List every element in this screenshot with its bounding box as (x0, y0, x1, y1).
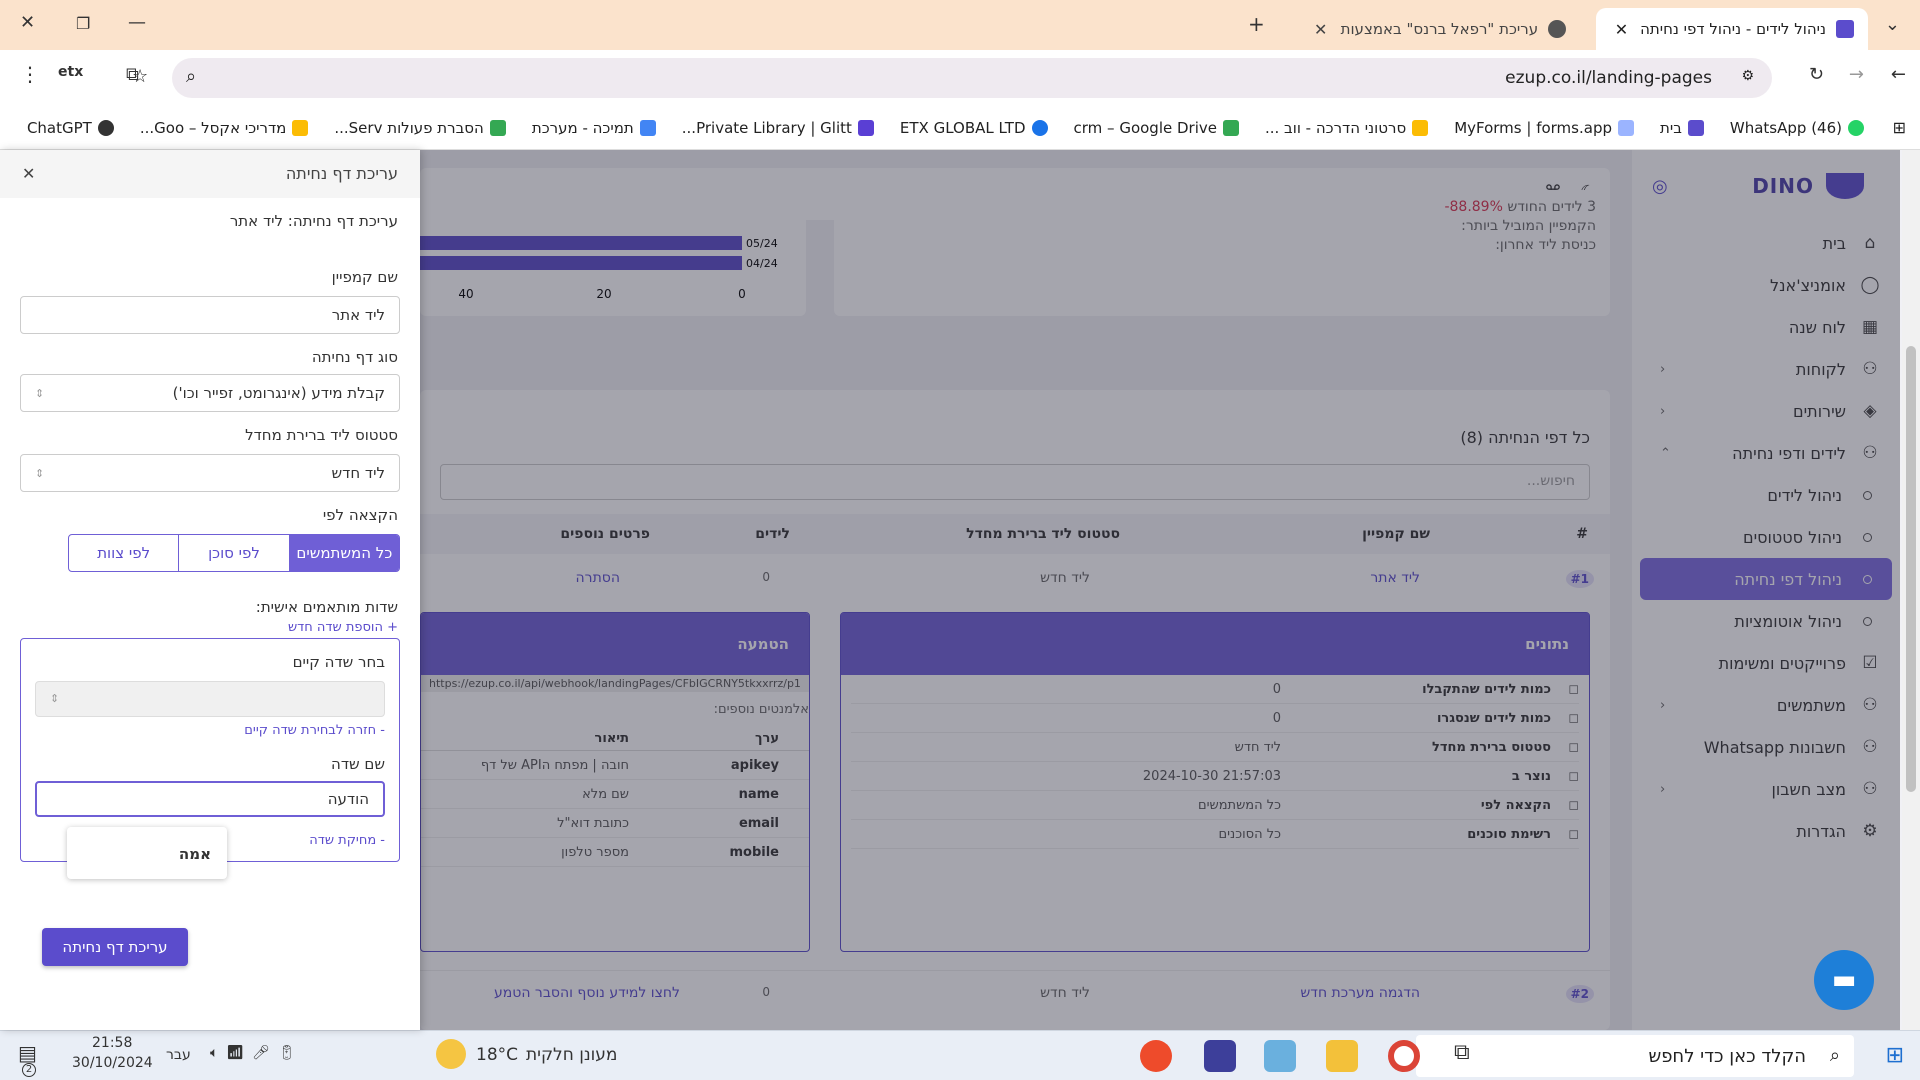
clock-date[interactable]: 30/10/2024 (72, 1055, 153, 1071)
search-icon: ⌕ (1829, 1045, 1840, 1066)
close-tab-icon[interactable]: ✕ (1615, 20, 1628, 39)
add-field-link[interactable]: + הוספת שדה חדש (288, 620, 398, 635)
etx-extension-icon[interactable]: etx (58, 64, 83, 80)
close-window-icon[interactable]: ✕ (20, 12, 35, 33)
notepad-icon[interactable] (1264, 1040, 1296, 1072)
browser-tab-bar: ⌄ ניהול לידים - ניהול דפי נחיתה ✕ עריכת … (0, 0, 1920, 50)
drive-icon (1222, 119, 1239, 136)
chrome-icon[interactable] (1388, 1040, 1420, 1072)
bookmark-support[interactable]: תמיכה - מערכת (532, 119, 656, 137)
assign-label: הקצאה לפי (322, 506, 398, 524)
minimize-icon[interactable]: — (128, 12, 146, 33)
etx-taskbar-icon[interactable] (1140, 1040, 1172, 1072)
forms-icon (1618, 119, 1634, 136)
drive-icon (292, 119, 309, 136)
bookmarks-bar: ⊞ (46) WhatsApp בית MyForms | forms.app … (0, 106, 1920, 150)
bookmark-crm[interactable]: crm – Google Drive (1074, 119, 1239, 137)
campaign-label: שם קמפיין (331, 268, 398, 286)
windows-taskbar: ⊞ ⌕ הקלד כאן כדי לחפש ⧉ 18°C מעונן חלקית… (0, 1030, 1920, 1080)
system-tray-icons[interactable]: 🔈︎📶︎🎤︎🔋︎ (210, 1045, 304, 1061)
custom-fields-label: שדות מותאמים אישית: (255, 598, 398, 616)
drive-icon (489, 119, 506, 136)
choose-field-select[interactable]: ⇕ (35, 681, 385, 717)
bookmark-whatsapp[interactable]: (46) WhatsApp (1730, 119, 1864, 137)
submit-edit-button[interactable]: עריכת דף נחיתה (42, 928, 188, 966)
status-select[interactable]: ליד חדש ⇕ (20, 454, 400, 492)
custom-field-box: בחר שדה קיים ⇕ - חזרה לבחירת שדה קיים שם… (20, 638, 400, 879)
glitter-icon (857, 119, 874, 136)
bookmark-excel[interactable]: מדריכי אקסל – Goo... (140, 119, 309, 137)
bookmarks-overflow-icon[interactable]: » (0, 119, 1, 137)
close-tab-icon[interactable]: ✕ (1314, 20, 1327, 39)
notifications-icon[interactable]: ▤ (18, 1041, 37, 1065)
select-arrows-icon: ⇕ (35, 386, 45, 400)
bookmark-home[interactable]: בית (1660, 119, 1704, 137)
tab-landing-pages[interactable]: ניהול לידים - ניהול דפי נחיתה ✕ (1596, 8, 1868, 50)
assign-team-button[interactable]: לפי צוות (69, 535, 178, 571)
edit-landing-page-panel: עריכת דף נחיתה ✕ עריכת דף נחיתה: ליד אתר… (0, 150, 420, 1030)
scrollbar-thumb[interactable] (1906, 346, 1916, 792)
apps-grid-icon[interactable]: ⊞ (1893, 118, 1906, 137)
language-indicator[interactable]: עבר (166, 1047, 191, 1063)
bookmark-videos[interactable]: סרטוני הדרכה - ווב ... (1265, 119, 1429, 137)
globe-icon (1548, 20, 1566, 38)
dino-icon (1687, 119, 1704, 136)
back-icon[interactable]: ← (1891, 64, 1906, 85)
page-scrollbar[interactable] (1902, 150, 1920, 1030)
site-settings-icon[interactable]: ⚙ (1741, 68, 1754, 84)
bookmark-myforms[interactable]: MyForms | forms.app (1454, 119, 1634, 137)
select-arrows-icon: ⇕ (50, 692, 60, 705)
url-field[interactable]: ⚙ ezup.co.il/landing-pages ⌕ ☆ (132, 58, 1772, 98)
address-bar-row: ← → ↻ ⚙ ezup.co.il/landing-pages ⌕ ☆ ⧉ e… (0, 50, 1920, 106)
app-q-icon[interactable] (1204, 1040, 1236, 1072)
choose-field-label: בחר שדה קיים (292, 653, 385, 671)
forward-icon[interactable]: → (1849, 64, 1864, 85)
bookmark-chatgpt[interactable]: ChatGPT (27, 119, 114, 137)
new-tab-icon[interactable]: + (1248, 12, 1265, 36)
bookmark-glitter[interactable]: Private Library | Glitt... (682, 119, 874, 137)
chat-widget-button[interactable]: ▬ (1814, 950, 1874, 1010)
autocomplete-tooltip[interactable]: אמה (67, 827, 227, 879)
weather-text: מעונן חלקית (526, 1045, 618, 1065)
windows-start-icon[interactable]: ⊞ (1886, 1043, 1904, 1068)
restore-icon[interactable]: ❐ (76, 14, 90, 33)
delete-field-link[interactable]: - מחיקת שדה (309, 833, 385, 848)
panel-subtitle: עריכת דף נחיתה: ליד אתר (229, 212, 398, 230)
type-select[interactable]: קבלת מידע (אינגרומט, זפייר וכו') ⇕ (20, 374, 400, 412)
tab-search-icon[interactable]: ⌄ (1885, 14, 1900, 35)
status-label: סטטוס ליד ברירת מחדל (245, 426, 398, 444)
assign-toggle: כל המשתמשים לפי סוכן לפי צוות (68, 534, 400, 572)
assign-agent-button[interactable]: לפי סוכן (178, 535, 290, 571)
chatgpt-icon (97, 119, 114, 136)
field-name-input[interactable]: הודעה (35, 781, 385, 817)
notification-count: 2 (22, 1063, 36, 1077)
modal-overlay[interactable] (420, 150, 1900, 1030)
reload-icon[interactable]: ↻ (1809, 64, 1824, 85)
dino-icon (1836, 20, 1854, 38)
zoom-icon[interactable]: ⌕ (186, 66, 196, 87)
campaign-input[interactable]: ליד אתר (20, 296, 400, 334)
panel-header: עריכת דף נחיתה ✕ (0, 150, 420, 198)
temperature: 18°C (476, 1045, 519, 1065)
menu-icon[interactable]: ⋮ (20, 62, 40, 86)
select-arrows-icon: ⇕ (35, 466, 45, 480)
bookmark-etx[interactable]: ETX GLOBAL LTD (900, 119, 1048, 137)
assign-all-button[interactable]: כל המשתמשים (289, 535, 399, 571)
whatsapp-icon (1848, 119, 1864, 136)
tab-edit[interactable]: עריכת "רפאל ברנס" באמצעות א ✕ (1300, 8, 1580, 50)
task-view-icon[interactable]: ⧉ (1454, 1040, 1486, 1072)
close-panel-icon[interactable]: ✕ (22, 164, 35, 183)
calendar-icon (639, 119, 656, 136)
bookmark-actions[interactable]: הסברת פעולות Serv... (334, 119, 506, 137)
etx-icon (1031, 119, 1048, 136)
extensions-icon[interactable]: ⧉ (126, 64, 139, 85)
back-to-existing-link[interactable]: - חזרה לבחירת שדה קיים (244, 723, 385, 738)
weather-icon (436, 1039, 466, 1069)
field-name-label: שם שדה (331, 755, 385, 773)
file-explorer-icon[interactable] (1326, 1040, 1358, 1072)
drive-icon (1412, 119, 1429, 136)
type-label: סוג דף נחיתה (311, 348, 398, 366)
clock-time[interactable]: 21:58 (92, 1035, 132, 1051)
